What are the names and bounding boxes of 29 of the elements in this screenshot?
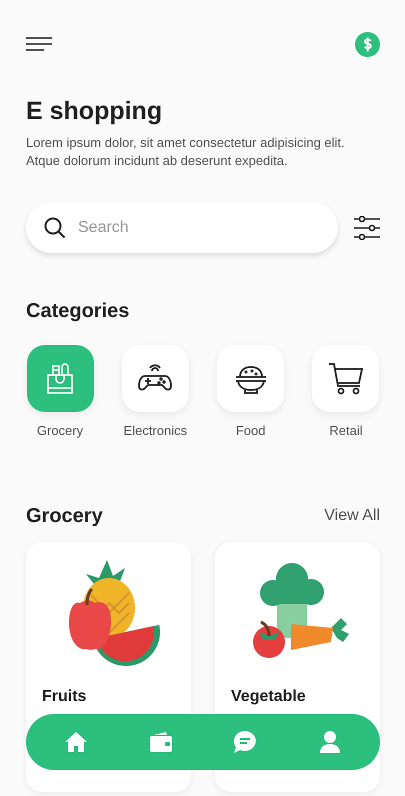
page-description: Lorem ipsum dolor, sit amet consectetur adipisicing elit. Atque dolorum incidunt ab deserunt expedita.: [26, 134, 346, 170]
category-label: Retail: [329, 423, 363, 438]
wallet-icon: [148, 731, 173, 753]
gamepad-icon: [137, 364, 174, 394]
search-icon: [44, 217, 66, 239]
home-icon: [64, 731, 88, 753]
category-label: Electronics: [124, 423, 188, 438]
category-button[interactable]: [312, 345, 380, 412]
view-all-link[interactable]: View All: [324, 507, 380, 525]
category-button[interactable]: [217, 345, 284, 412]
search-field[interactable]: Search: [26, 202, 338, 253]
product-name: Vegetable: [231, 688, 306, 706]
category-label: Grocery: [36, 423, 84, 438]
filter-button[interactable]: [354, 216, 380, 240]
grocery-bag-icon: [45, 362, 75, 394]
user-icon: [318, 730, 341, 754]
section-heading: Grocery: [26, 504, 103, 528]
category-button[interactable]: [122, 345, 189, 412]
section-heading: Categories: [26, 299, 130, 323]
chat-icon: [233, 730, 258, 754]
dollar-icon: [355, 32, 380, 56]
cart-icon: [326, 360, 365, 396]
currency-button[interactable]: [355, 32, 380, 56]
product-name: Fruits: [42, 688, 86, 706]
filter-icon: [354, 216, 380, 240]
menu-icon: [26, 37, 52, 51]
page-title: E shopping: [26, 96, 164, 126]
menu-button[interactable]: [26, 37, 52, 51]
category-label: Food: [236, 423, 266, 438]
